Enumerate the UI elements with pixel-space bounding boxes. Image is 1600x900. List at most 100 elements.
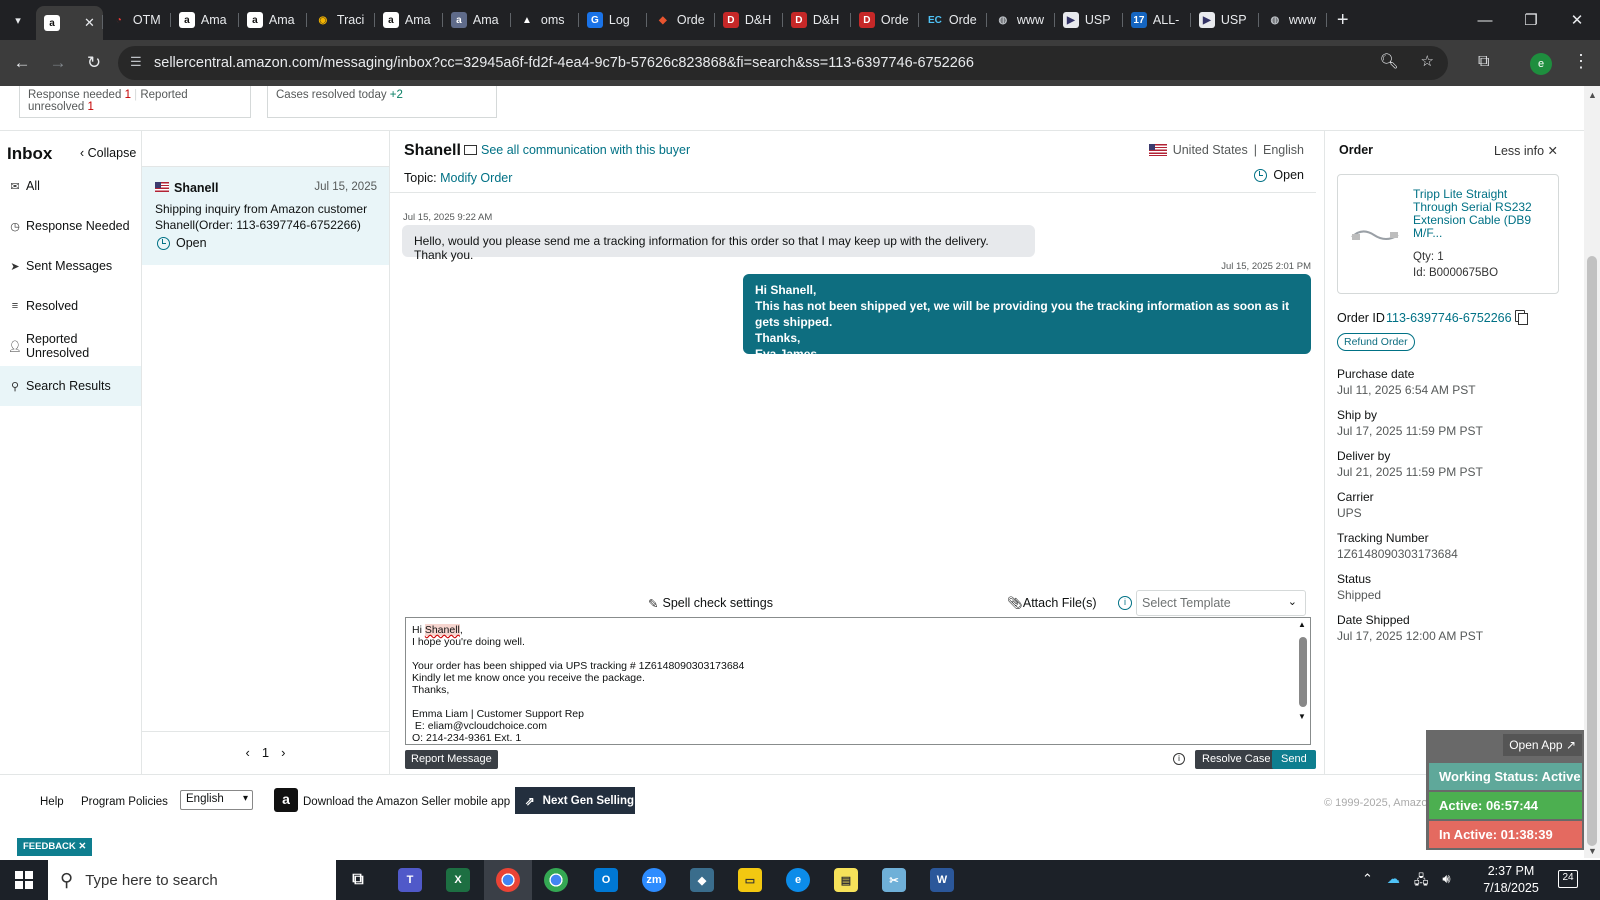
- product-name-link[interactable]: Tripp Lite Straight Through Serial RS232…: [1413, 188, 1553, 240]
- select-template-dropdown[interactable]: Select Template ⌄: [1136, 590, 1306, 616]
- excel-icon[interactable]: X: [446, 868, 470, 892]
- tab-search-button[interactable]: ▾: [0, 0, 36, 40]
- snipping-icon[interactable]: ✂: [882, 868, 906, 892]
- sidebar-item-resolved[interactable]: ≡ Resolved: [0, 287, 141, 325]
- browser-tab[interactable]: ▲ oms: [511, 4, 579, 36]
- see-all-communication-link[interactable]: See all communication with this buyer: [464, 143, 690, 157]
- prev-page-icon[interactable]: ‹: [246, 745, 250, 760]
- browser-tab[interactable]: D D&H: [715, 4, 783, 36]
- tab-favicon-icon: G: [586, 12, 603, 28]
- order-id-link[interactable]: 113-6397746-6752266: [1386, 311, 1512, 325]
- volume-icon[interactable]: 🔊︎: [1442, 871, 1450, 893]
- reply-textarea[interactable]: Hi Shanell, I hope you're doing well. Yo…: [405, 617, 1311, 745]
- extensions-icon[interactable]: ⧉: [1478, 53, 1489, 71]
- back-button[interactable]: ←: [4, 53, 40, 73]
- network-icon[interactable]: 🖧︎: [1414, 871, 1429, 893]
- browser-tab[interactable]: ◆ Orde: [647, 4, 715, 36]
- forward-button[interactable]: →: [40, 53, 76, 73]
- browser-tab[interactable]: a Ama: [171, 4, 239, 36]
- profile-avatar[interactable]: e: [1530, 53, 1552, 75]
- close-tab-icon[interactable]: ✕: [84, 15, 95, 31]
- reload-button[interactable]: ↻: [76, 53, 112, 73]
- language-select[interactable]: English ▾: [180, 790, 253, 810]
- chrome-profile-icon[interactable]: [544, 868, 568, 892]
- browser-tab[interactable]: 17 ALL-: [1123, 4, 1191, 36]
- scroll-up-icon[interactable]: ▲: [1298, 619, 1306, 631]
- address-bar[interactable]: ☰ sellercentral.amazon.com/messaging/inb…: [118, 46, 1448, 80]
- report-message-button[interactable]: Report Message: [405, 750, 498, 769]
- outlook-icon[interactable]: O: [594, 868, 618, 892]
- browser-tab[interactable]: ◉ Traci: [307, 4, 375, 36]
- browser-tab[interactable]: a Ama: [239, 4, 307, 36]
- edge-icon[interactable]: e: [786, 868, 810, 892]
- scroll-up-icon[interactable]: ▲: [1588, 90, 1597, 100]
- browser-tab[interactable]: ▶ USP: [1191, 4, 1259, 36]
- browser-tab[interactable]: ▶ USP: [1055, 4, 1123, 36]
- amazon-app-icon[interactable]: a: [274, 788, 298, 812]
- copy-icon[interactable]: [1515, 310, 1528, 325]
- word-icon[interactable]: W: [930, 868, 954, 892]
- page-scrollbar[interactable]: ▲ ▼: [1584, 86, 1600, 858]
- browser-tab[interactable]: G Log: [579, 4, 647, 36]
- sidebar-item-all[interactable]: ✉ All: [0, 167, 141, 205]
- send-button[interactable]: Send: [1272, 750, 1316, 769]
- open-app-button[interactable]: Open App ↗: [1503, 734, 1582, 756]
- sidebar-item-reported-unresolved[interactable]: 👤︎ Reported Unresolved: [0, 327, 141, 365]
- time-tracker-widget: Open App ↗ Working Status: Active Active…: [1426, 730, 1584, 850]
- browser-tab[interactable]: D Orde: [851, 4, 919, 36]
- onedrive-icon[interactable]: ☁: [1387, 871, 1400, 893]
- attach-files-button[interactable]: 📎︎Attach File(s): [1007, 596, 1097, 611]
- next-gen-selling-button[interactable]: ⇗ Next Gen Selling: [515, 787, 635, 814]
- taskbar-search[interactable]: ⚲ Type here to search: [48, 860, 336, 900]
- minimize-button[interactable]: —: [1462, 12, 1508, 29]
- program-policies-link[interactable]: Program Policies: [81, 796, 168, 808]
- textarea-scrollbar[interactable]: ▲ ▼: [1297, 619, 1309, 743]
- taskbar-clock[interactable]: 2:37 PM 7/18/2025: [1476, 863, 1546, 897]
- app-icon[interactable]: ◆: [690, 868, 714, 892]
- help-link[interactable]: Help: [40, 796, 64, 808]
- scroll-thumb[interactable]: [1587, 256, 1597, 846]
- notification-center-icon[interactable]: 24: [1558, 870, 1578, 888]
- info-icon[interactable]: i: [1118, 596, 1132, 610]
- conversation-list-item[interactable]: Shanell Jul 15, 2025 Shipping inquiry fr…: [142, 167, 389, 265]
- close-window-button[interactable]: ✕: [1554, 11, 1600, 29]
- task-view-icon[interactable]: ⧉: [346, 868, 370, 892]
- browser-tab[interactable]: a ✕: [36, 6, 103, 40]
- spell-check-settings-button[interactable]: ✎ Spell check settings: [648, 596, 773, 611]
- zoom-icon[interactable]: 🔍︎: [1380, 52, 1399, 70]
- status-label: Open: [1273, 168, 1304, 182]
- active-time: Active: 06:57:44: [1429, 792, 1582, 819]
- chevron-up-icon[interactable]: ⌃: [1362, 871, 1373, 893]
- mobile-app-link[interactable]: Download the Amazon Seller mobile app: [303, 796, 510, 808]
- resolve-case-button[interactable]: Resolve Case: [1195, 750, 1278, 769]
- browser-tab[interactable]: EC Orde: [919, 4, 987, 36]
- browser-tab[interactable]: a Ama: [443, 4, 511, 36]
- browser-tab[interactable]: ◔ OTM: [103, 4, 171, 36]
- new-tab-button[interactable]: +: [1327, 9, 1359, 32]
- feedback-button[interactable]: FEEDBACK ✕: [17, 838, 93, 856]
- file-explorer-icon[interactable]: ▭: [738, 868, 762, 892]
- site-info-icon[interactable]: ☰: [130, 54, 142, 70]
- start-button[interactable]: [0, 860, 48, 900]
- sidebar-item-response-needed[interactable]: ◷ Response Needed: [0, 207, 141, 245]
- maximize-button[interactable]: ❐: [1508, 11, 1554, 29]
- collapse-button[interactable]: ‹ Collapse: [80, 146, 136, 160]
- scroll-down-icon[interactable]: ▼: [1298, 711, 1306, 723]
- sidebar-item-sent[interactable]: ➤ Sent Messages: [0, 247, 141, 285]
- browser-menu-icon[interactable]: ⋮: [1572, 51, 1590, 72]
- bookmark-star-icon[interactable]: ☆: [1421, 52, 1434, 70]
- browser-tab[interactable]: ◍ www: [1259, 4, 1327, 36]
- chrome-icon[interactable]: [496, 868, 520, 892]
- browser-tab[interactable]: D D&H: [783, 4, 851, 36]
- refund-order-button[interactable]: Refund Order: [1337, 333, 1415, 351]
- sticky-notes-icon[interactable]: ▤: [834, 868, 858, 892]
- browser-tab[interactable]: ◍ www: [987, 4, 1055, 36]
- less-info-button[interactable]: Less info ✕: [1494, 143, 1558, 158]
- sidebar-item-search-results[interactable]: ⚲ Search Results: [0, 366, 141, 406]
- browser-tab[interactable]: a Ama: [375, 4, 443, 36]
- next-page-icon[interactable]: ›: [281, 745, 285, 760]
- scroll-down-icon[interactable]: ▼: [1588, 846, 1597, 856]
- info-icon[interactable]: i: [1173, 753, 1185, 765]
- zoom-icon[interactable]: zm: [642, 868, 666, 892]
- teams-icon[interactable]: T: [398, 868, 422, 892]
